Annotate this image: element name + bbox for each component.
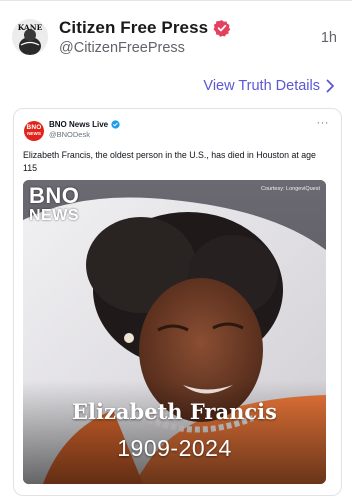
embed-avatar-line2: NEWS [27, 131, 41, 136]
avatar-text: KANE [17, 23, 43, 32]
author-name-row: Citizen Free Press [59, 18, 231, 38]
embed-author-name-row: BNO News Live [49, 120, 120, 129]
embed-verified-icon [111, 120, 120, 129]
embed-author-avatar[interactable]: BNO NEWS [24, 121, 44, 141]
bno-news-watermark: BNO NEWS [29, 185, 79, 225]
view-truth-details-link[interactable]: View Truth Details [203, 78, 335, 94]
watermark-line2: NEWS [29, 207, 79, 224]
view-truth-details-label: View Truth Details [203, 78, 320, 94]
embed-author-name[interactable]: BNO News Live [49, 120, 108, 129]
embed-author-handle[interactable]: @BNODesk [49, 130, 90, 139]
chevron-right-icon [326, 79, 334, 93]
author-avatar[interactable]: KANE [12, 19, 48, 55]
photo-caption-name: Elizabeth Francis [72, 399, 277, 424]
embed-avatar-line1: BNO [26, 124, 42, 131]
embed-post-text: Elizabeth Francis, the oldest person in … [23, 150, 316, 173]
top-divider [0, 0, 352, 1]
embedded-post-card[interactable]: BNO NEWS BNO News Live @BNODesk ··· Eliz… [13, 108, 342, 496]
verified-badge-icon [213, 20, 231, 37]
embed-photo[interactable]: BNO NEWS Courtesy: LongeviQuest Elizabet… [23, 180, 326, 484]
watermark-line1: BNO [29, 183, 80, 208]
author-handle[interactable]: @CitizenFreePress [59, 40, 185, 56]
post-timestamp: 1h [320, 30, 337, 46]
author-name[interactable]: Citizen Free Press [59, 18, 208, 38]
photo-caption-years: 1909-2024 [117, 435, 232, 461]
photo-credit: Courtesy: LongeviQuest [260, 186, 320, 192]
more-options-icon[interactable]: ··· [317, 117, 330, 129]
